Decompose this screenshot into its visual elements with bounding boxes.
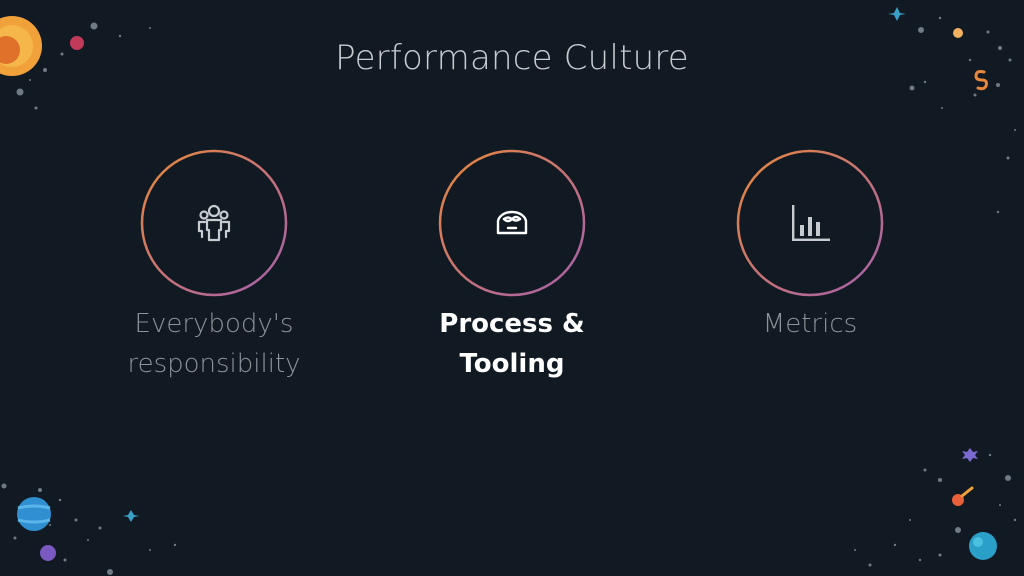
people-icon xyxy=(197,204,231,242)
star-icon xyxy=(962,448,978,462)
culture-item-metrics: Metrics xyxy=(680,148,940,344)
planet-icon xyxy=(969,532,997,560)
sparkle-icon xyxy=(888,7,906,21)
item-label: Everybody's responsibility xyxy=(84,304,344,384)
item-label-line1: Process & xyxy=(439,309,585,339)
planet-icon xyxy=(40,545,56,561)
icon-ring xyxy=(735,148,885,298)
bar-chart-icon xyxy=(792,205,830,241)
sparkle-icon xyxy=(123,510,139,522)
icon-ring xyxy=(139,148,289,298)
robot-icon xyxy=(496,210,528,235)
item-label-line2: Tooling xyxy=(459,349,565,379)
item-label-line1: Everybody's xyxy=(134,309,294,339)
culture-item-responsibility: Everybody's responsibility xyxy=(84,148,344,384)
icon-ring xyxy=(437,148,587,298)
item-label-line1: Metrics xyxy=(762,309,858,339)
comet-icon xyxy=(952,486,974,506)
slide: Performance Culture Everybody's responsi… xyxy=(0,0,1024,576)
planet-icon xyxy=(17,497,51,531)
culture-item-process-tooling: Process & Tooling xyxy=(382,148,642,384)
item-label: Metrics xyxy=(680,304,940,344)
item-label: Process & Tooling xyxy=(382,304,642,384)
slide-title: Performance Culture xyxy=(335,38,689,78)
item-label-line2: responsibility xyxy=(127,349,301,379)
